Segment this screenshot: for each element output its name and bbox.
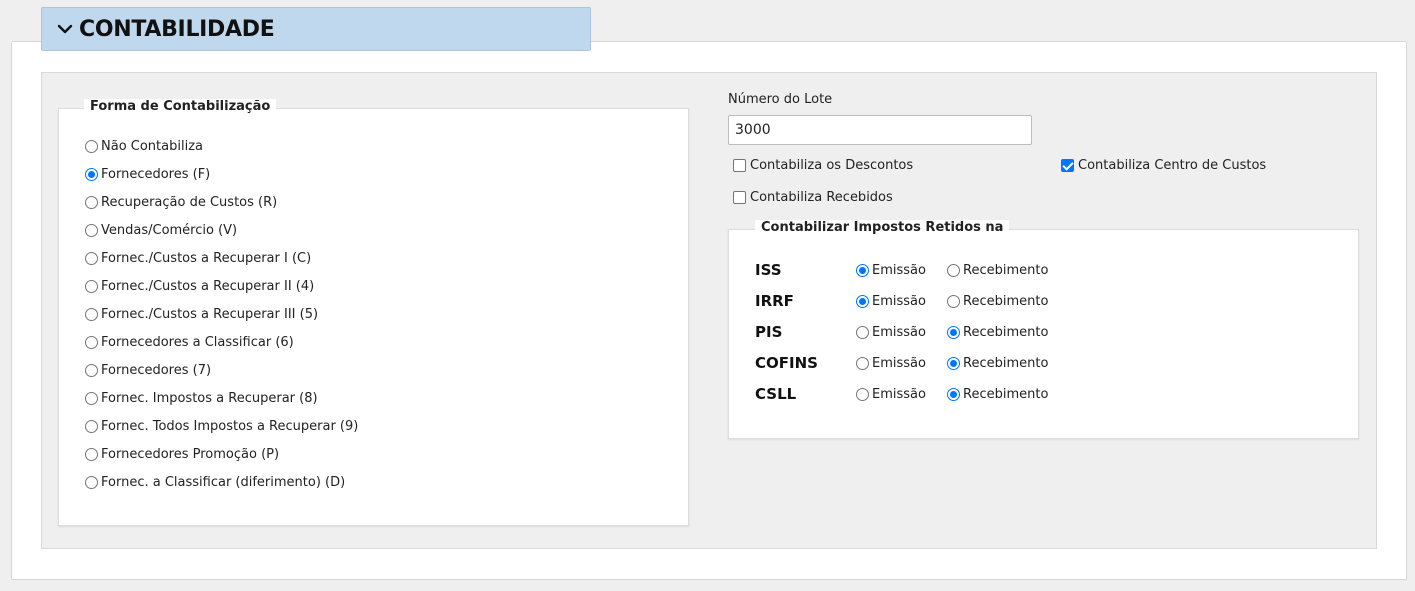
tax-option-recebimento[interactable]: Recebimento [947, 384, 1048, 404]
radio-button[interactable] [85, 335, 98, 349]
tax-option-recebimento[interactable]: Recebimento [947, 260, 1048, 280]
tax-option-emissao[interactable]: Emissão [856, 384, 926, 404]
tax-name: ISS [755, 261, 782, 279]
tax-option-label: Recebimento [963, 386, 1049, 402]
tax-option-label: Emissão [872, 355, 926, 371]
forma-option-label: Fornecedores a Classificar (6) [101, 334, 294, 350]
contabiliza-recebidos-label: Contabiliza Recebidos [750, 189, 893, 205]
tax-name: IRRF [755, 292, 794, 310]
impostos-retidos-fieldset: Contabilizar Impostos Retidos na ISS Emis… [728, 220, 1359, 439]
forma-option[interactable]: Vendas/Comércio (V) [85, 220, 237, 240]
numero-lote-input[interactable] [728, 115, 1032, 145]
forma-option-label: Fornec./Custos a Recuperar III (5) [101, 306, 319, 322]
radio-button[interactable] [85, 223, 98, 237]
radio-button[interactable] [856, 294, 869, 308]
forma-option[interactable]: Fornec./Custos a Recuperar I (C) [85, 248, 311, 268]
forma-option[interactable]: Não Contabiliza [85, 136, 203, 156]
checkbox-box[interactable] [733, 158, 746, 172]
forma-option-label: Não Contabiliza [101, 138, 203, 154]
section-title: CONTABILIDADE [79, 16, 275, 42]
forma-option-label: Fornec. a Classificar (diferimento) (D) [101, 474, 346, 490]
forma-option-label: Fornec. Impostos a Recuperar (8) [101, 390, 318, 406]
contabiliza-recebidos-checkbox[interactable]: Contabiliza Recebidos [733, 187, 893, 207]
radio-button[interactable] [947, 263, 960, 277]
tax-option-label: Emissão [872, 324, 926, 340]
forma-option-label: Fornec./Custos a Recuperar II (4) [101, 278, 315, 294]
contabiliza-descontos-checkbox[interactable]: Contabiliza os Descontos [733, 155, 913, 175]
radio-button[interactable] [947, 387, 960, 401]
forma-option-label: Fornecedores (7) [101, 362, 212, 378]
tax-option-label: Emissão [872, 386, 926, 402]
tax-option-label: Emissão [872, 293, 926, 309]
tax-option-recebimento[interactable]: Recebimento [947, 322, 1048, 342]
tax-name: CSLL [755, 385, 797, 403]
forma-option[interactable]: Fornecedores a Classificar (6) [85, 332, 294, 352]
forma-option[interactable]: Fornec. Impostos a Recuperar (8) [85, 388, 318, 408]
radio-button[interactable] [947, 325, 960, 339]
numero-lote-label: Número do Lote [728, 92, 833, 107]
tax-option-label: Emissão [872, 262, 926, 278]
tax-option-emissao[interactable]: Emissão [856, 260, 926, 280]
tax-option-label: Recebimento [963, 355, 1049, 371]
radio-button[interactable] [856, 263, 869, 277]
radio-button[interactable] [85, 419, 98, 433]
contabiliza-centro-custos-checkbox[interactable]: Contabiliza Centro de Custos [1061, 155, 1266, 175]
tax-name: PIS [755, 323, 783, 341]
section-header-contabilidade[interactable]: CONTABILIDADE [41, 7, 591, 51]
tax-option-recebimento[interactable]: Recebimento [947, 291, 1048, 311]
radio-button[interactable] [85, 307, 98, 321]
forma-option[interactable]: Recuperação de Custos (R) [85, 192, 277, 212]
tax-option-recebimento[interactable]: Recebimento [947, 353, 1048, 373]
tax-option-label: Recebimento [963, 293, 1049, 309]
radio-button[interactable] [856, 356, 869, 370]
tax-option-emissao[interactable]: Emissão [856, 291, 926, 311]
tax-option-label: Recebimento [963, 324, 1049, 340]
forma-option[interactable]: Fornec. a Classificar (diferimento) (D) [85, 472, 345, 492]
forma-contabilizacao-legend: Forma de Contabilização [84, 99, 277, 114]
tax-name: COFINS [755, 354, 818, 372]
radio-button[interactable] [856, 387, 869, 401]
radio-button[interactable] [85, 363, 98, 377]
tax-option-label: Recebimento [963, 262, 1049, 278]
radio-button[interactable] [85, 447, 98, 461]
chevron-down-icon[interactable] [54, 18, 76, 40]
forma-option[interactable]: Fornecedores (7) [85, 360, 211, 380]
forma-option[interactable]: Fornec./Custos a Recuperar III (5) [85, 304, 318, 324]
radio-button[interactable] [85, 475, 98, 489]
forma-option[interactable]: Fornecedores (F) [85, 164, 210, 184]
forma-option[interactable]: Fornec./Custos a Recuperar II (4) [85, 276, 314, 296]
forma-option[interactable]: Fornec. Todos Impostos a Recuperar (9) [85, 416, 358, 436]
forma-option-label: Fornecedores (F) [101, 166, 211, 182]
forma-option-label: Recuperação de Custos (R) [101, 194, 278, 210]
checkbox-box[interactable] [733, 190, 746, 204]
forma-option[interactable]: Fornecedores Promoção (P) [85, 444, 279, 464]
forma-option-label: Fornec. Todos Impostos a Recuperar (9) [101, 418, 359, 434]
contabiliza-descontos-label: Contabiliza os Descontos [750, 157, 914, 173]
radio-button[interactable] [85, 279, 98, 293]
forma-option-label: Fornec./Custos a Recuperar I (C) [101, 250, 312, 266]
radio-button[interactable] [85, 167, 98, 181]
radio-button[interactable] [947, 356, 960, 370]
impostos-retidos-legend: Contabilizar Impostos Retidos na [755, 220, 1010, 235]
tax-option-emissao[interactable]: Emissão [856, 353, 926, 373]
radio-button[interactable] [85, 391, 98, 405]
radio-button[interactable] [947, 294, 960, 308]
radio-button[interactable] [856, 325, 869, 339]
contabiliza-centro-custos-label: Contabiliza Centro de Custos [1078, 157, 1267, 173]
tax-option-emissao[interactable]: Emissão [856, 322, 926, 342]
radio-button[interactable] [85, 251, 98, 265]
forma-contabilizacao-fieldset: Forma de Contabilização Não Contabiliza F… [58, 99, 689, 526]
radio-button[interactable] [85, 139, 98, 153]
checkbox-box[interactable] [1061, 158, 1074, 172]
forma-option-label: Vendas/Comércio (V) [101, 222, 238, 238]
forma-option-label: Fornecedores Promoção (P) [101, 446, 280, 462]
radio-button[interactable] [85, 195, 98, 209]
